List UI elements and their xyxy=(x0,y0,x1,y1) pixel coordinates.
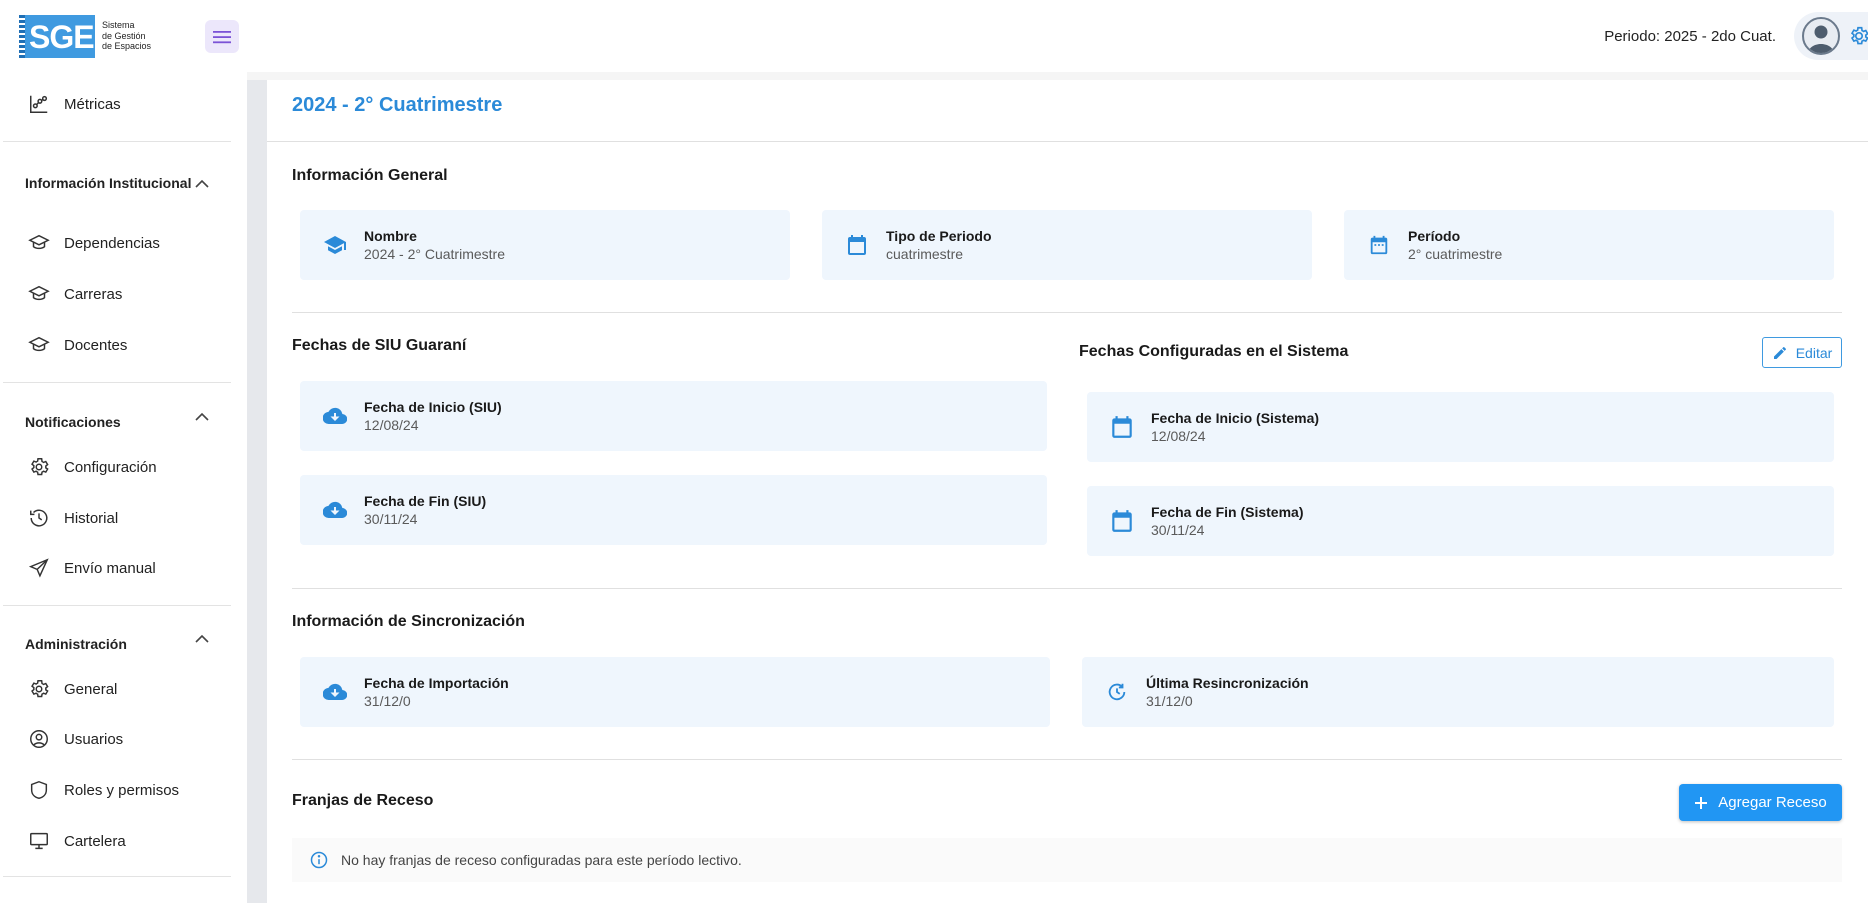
card-resincronizacion: Última Resincronización 31/12/0 xyxy=(1082,657,1834,727)
cloud-download-icon xyxy=(323,501,347,519)
graduation-cap-icon xyxy=(28,336,50,352)
sidebar-divider xyxy=(3,876,231,877)
card-tipo-periodo: Tipo de Periodo cuatrimestre xyxy=(822,210,1312,280)
history-icon xyxy=(30,509,48,527)
sidebar-divider xyxy=(3,382,231,383)
chevron-up-icon[interactable] xyxy=(194,179,210,189)
calendar-icon xyxy=(1112,510,1132,532)
card-periodo: Período 2° cuatrimestre xyxy=(1344,210,1834,280)
calendar-icon xyxy=(1112,416,1132,438)
shield-icon xyxy=(30,780,48,800)
cloud-download-icon xyxy=(323,683,347,701)
card-siu-fin: Fecha de Fin (SIU) 30/11/24 xyxy=(300,475,1047,545)
sidebar-item-cartelera[interactable]: Cartelera xyxy=(0,819,232,863)
section-title-siu: Fechas de SIU Guaraní xyxy=(292,337,467,354)
section-divider xyxy=(292,759,1842,760)
sidebar-item-carreras[interactable]: Carreras xyxy=(0,272,232,316)
gear-icon xyxy=(31,458,49,476)
sidebar-item-docentes[interactable]: Docentes xyxy=(0,323,232,367)
main-content: 2024 - 2° Cuatrimestre Información Gener… xyxy=(267,80,1868,903)
chevron-up-icon[interactable] xyxy=(194,634,210,644)
sidebar-item-configuracion[interactable]: Configuración xyxy=(0,445,232,489)
sidebar-item-envio-manual[interactable]: Envío manual xyxy=(0,546,232,590)
logo-subtitle: Sistema de Gestión de Espacios xyxy=(102,20,152,52)
info-icon xyxy=(310,851,328,869)
pencil-icon xyxy=(1773,346,1786,359)
section-title-receso: Franjas de Receso xyxy=(292,792,434,809)
top-bar: SGE Sistema de Gestión de Espacios Perio… xyxy=(0,0,1868,72)
logo-mark: SGE xyxy=(19,14,95,58)
sidebar-item-roles-permisos[interactable]: Roles y permisos xyxy=(0,768,232,812)
app-logo[interactable]: SGE Sistema de Gestión de Espacios xyxy=(19,14,162,58)
logo-text: SGE xyxy=(29,18,95,55)
menu-toggle-button[interactable] xyxy=(205,20,239,53)
user-circle-icon xyxy=(30,730,48,748)
gear-icon xyxy=(31,680,49,698)
avatar[interactable] xyxy=(1802,17,1840,55)
graduation-cap-icon xyxy=(28,234,50,250)
sidebar-scrollbar[interactable] xyxy=(247,80,267,903)
card-siu-inicio: Fecha de Inicio (SIU) 12/08/24 xyxy=(300,381,1047,451)
sidebar-item-usuarios[interactable]: Usuarios xyxy=(0,717,232,761)
school-icon xyxy=(324,236,346,254)
sync-clock-icon xyxy=(1108,683,1126,701)
calendar-dots-icon xyxy=(1370,235,1388,255)
page-title: 2024 - 2° Cuatrimestre xyxy=(292,94,503,116)
section-divider xyxy=(292,312,1842,313)
section-title-sync: Información de Sincronización xyxy=(292,613,525,630)
card-sistema-fin: Fecha de Fin (Sistema) 30/11/24 xyxy=(1087,486,1834,556)
sidebar-item-general[interactable]: General xyxy=(0,667,232,711)
calendar-icon xyxy=(848,235,866,255)
card-sistema-inicio: Fecha de Inicio (Sistema) 12/08/24 xyxy=(1087,392,1834,462)
send-icon xyxy=(28,558,49,578)
cloud-download-icon xyxy=(323,407,347,425)
sidebar-item-dependencias[interactable]: Dependencias xyxy=(0,221,232,265)
current-period-label: Periodo: 2025 - 2do Cuat. xyxy=(1604,28,1776,45)
card-importacion: Fecha de Importación 31/12/0 xyxy=(300,657,1050,727)
sidebar-item-historial[interactable]: Historial xyxy=(0,496,232,540)
card-nombre: Nombre 2024 - 2° Cuatrimestre xyxy=(300,210,790,280)
sidebar: Métricas Información Institucional Depen… xyxy=(0,72,247,903)
sidebar-item-metricas[interactable]: Métricas xyxy=(0,82,232,126)
graduation-cap-icon xyxy=(28,285,50,301)
add-receso-button[interactable]: Agregar Receso xyxy=(1679,784,1842,821)
sidebar-divider xyxy=(3,141,231,142)
section-divider xyxy=(292,588,1842,589)
settings-gear-icon[interactable] xyxy=(1848,25,1868,47)
edit-dates-button[interactable]: Editar xyxy=(1762,337,1842,368)
metrics-chart-icon xyxy=(30,95,48,113)
user-menu[interactable] xyxy=(1794,12,1868,60)
hamburger-icon xyxy=(213,30,231,43)
section-title-info-general: Información General xyxy=(292,167,448,184)
empty-receso-message: No hay franjas de receso configuradas pa… xyxy=(292,838,1842,882)
sidebar-divider xyxy=(3,605,231,606)
chevron-up-icon[interactable] xyxy=(194,412,210,422)
section-title-sistema: Fechas Configuradas en el Sistema xyxy=(1079,343,1349,360)
monitor-icon xyxy=(30,832,48,850)
title-divider xyxy=(267,141,1868,142)
plus-icon xyxy=(1695,796,1708,809)
